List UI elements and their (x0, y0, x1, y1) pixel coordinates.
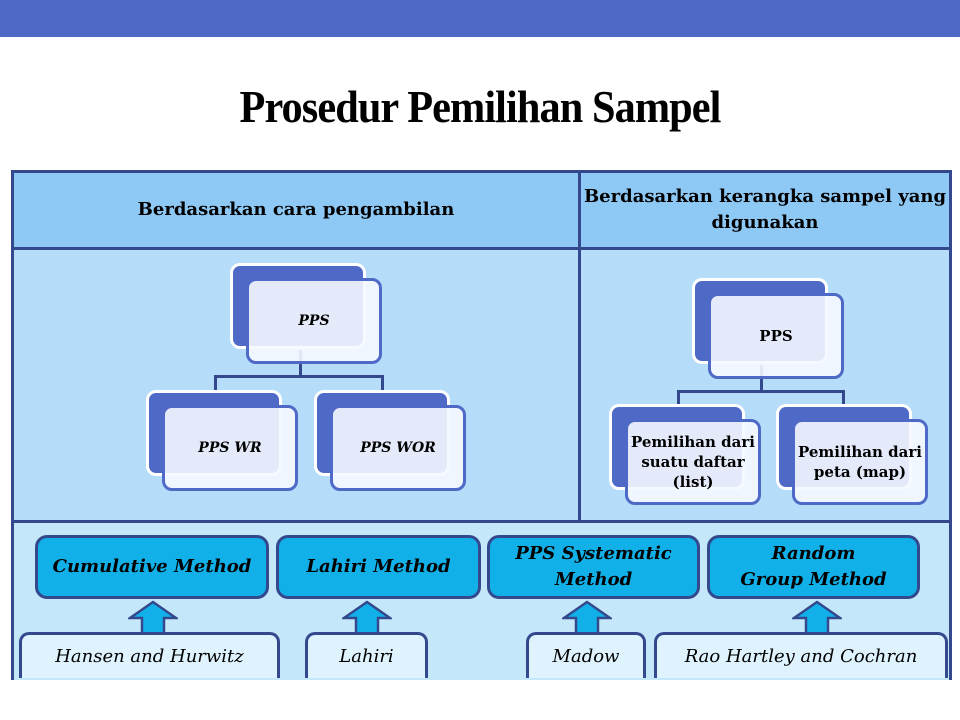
node-label: Pemilihan dari peta (map) (792, 419, 928, 505)
slide-title: Prosedur Pemilihan Sampel (239, 81, 722, 132)
method-box: Random Group Method (707, 535, 920, 599)
author-box: Rao Hartley and Cochran (654, 632, 948, 678)
up-arrow-icon (342, 600, 392, 634)
node-label: PPS (708, 293, 844, 379)
tree-connector (677, 390, 845, 393)
method-box: Lahiri Method (276, 535, 481, 599)
top-accent-bar (0, 0, 960, 37)
tree-connector (381, 375, 384, 391)
up-arrow-icon (562, 600, 612, 634)
up-arrow-icon (792, 600, 842, 634)
author-box: Madow (526, 632, 646, 678)
up-arrow-icon (128, 600, 178, 634)
node-label: Pemilihan dari suatu daftar (list) (625, 419, 761, 505)
method-box: PPS Systematic Method (487, 535, 700, 599)
node-label: PPS (246, 278, 382, 364)
tree-connector (214, 375, 217, 391)
tree-connector (214, 375, 384, 378)
method-box: Cumulative Method (35, 535, 269, 599)
header-cara-pengambilan: Berdasarkan cara pengambilan (14, 173, 581, 250)
node-label: PPS WOR (330, 405, 466, 491)
author-box: Lahiri (305, 632, 428, 678)
header-kerangka-sampel: Berdasarkan kerangka sampel yang digunak… (581, 173, 949, 250)
node-label: PPS WR (162, 405, 298, 491)
author-box: Hansen and Hurwitz (19, 632, 280, 678)
